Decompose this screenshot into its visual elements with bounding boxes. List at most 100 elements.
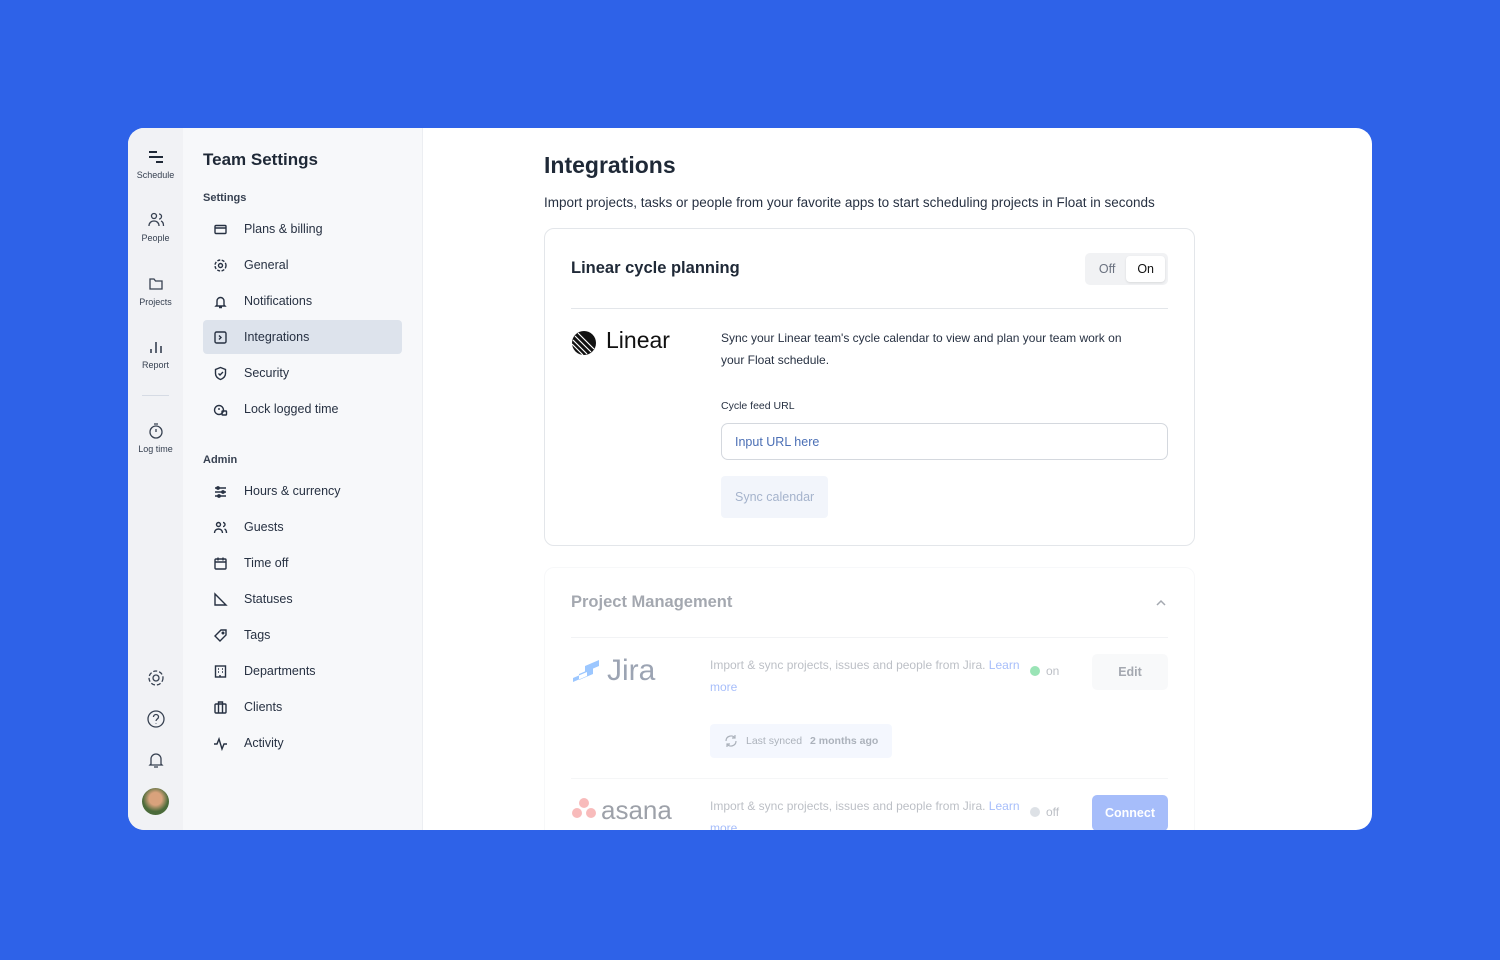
card-title: Project Management <box>571 593 733 611</box>
rail-label: Schedule <box>136 170 175 180</box>
people-icon <box>147 212 164 227</box>
sidebar-item-label: Activity <box>244 736 284 750</box>
jira-logo-text: Jira <box>607 654 656 687</box>
general-icon <box>214 258 227 272</box>
bell-icon[interactable] <box>128 750 183 774</box>
sidebar-item-label: Integrations <box>244 330 310 344</box>
rail-schedule[interactable]: Schedule <box>128 148 183 180</box>
sync-value: 2 months ago <box>810 735 879 747</box>
sidebar-item-tags[interactable]: Tags <box>203 618 402 652</box>
linear-logo-text: Linear <box>606 327 670 353</box>
sidebar-item-label: Lock logged time <box>244 402 339 416</box>
section-label: Admin <box>203 454 238 466</box>
sidebar-item-time-off[interactable]: Time off <box>203 546 402 580</box>
sidebar-item-label: Departments <box>244 664 316 678</box>
sidebar-item-general[interactable]: General <box>203 248 402 282</box>
page-subtitle: Import projects, tasks or people from yo… <box>544 195 1155 210</box>
sidebar-item-guests[interactable]: Guests <box>203 510 402 544</box>
project-management-card: Project Management Jira Import & sync pr… <box>544 567 1195 830</box>
jira-edit-button[interactable]: Edit <box>1092 654 1168 690</box>
rail-label: Projects <box>139 297 172 307</box>
tags-icon <box>214 628 227 642</box>
sidebar-item-label: General <box>244 258 289 272</box>
last-synced-badge: Last synced 2 months ago <box>710 724 893 758</box>
sync-icon <box>725 735 737 747</box>
departments-icon <box>214 664 227 678</box>
settings-sidebar: Team Settings Settings Plans & billing Ge… <box>183 128 423 830</box>
sidebar-item-label: Hours & currency <box>244 484 341 498</box>
icon-rail: Schedule People Projects Report Log time <box>128 128 183 830</box>
jira-logo-icon <box>573 660 599 682</box>
guests-icon <box>213 521 228 533</box>
jira-status: on <box>1046 664 1060 678</box>
statuses-icon <box>214 591 228 606</box>
time-off-icon <box>214 557 227 570</box>
rail-projects[interactable]: Projects <box>128 275 183 307</box>
sidebar-item-hours-currency[interactable]: Hours & currency <box>203 474 402 508</box>
asana-row: asana Import & sync projects, issues and… <box>571 779 1168 830</box>
sidebar-item-activity[interactable]: Activity <box>203 726 402 760</box>
sidebar-item-integrations[interactable]: Integrations <box>203 320 402 354</box>
activity-icon <box>214 736 227 751</box>
rail-report[interactable]: Report <box>128 338 183 370</box>
linear-toggle[interactable]: Off On <box>1084 252 1168 285</box>
rail-log-time[interactable]: Log time <box>128 422 183 454</box>
sidebar-title: Team Settings <box>203 150 318 169</box>
cycle-feed-url-input[interactable] <box>721 423 1168 460</box>
asana-logo-icon <box>572 798 596 818</box>
jira-description: Import & sync projects, issues and peopl… <box>710 658 986 672</box>
sidebar-item-label: Clients <box>244 700 283 714</box>
sidebar-item-label: Security <box>244 366 290 380</box>
sidebar-item-departments[interactable]: Departments <box>203 654 402 688</box>
rail-label: Log time <box>138 444 173 454</box>
jira-row: Jira Import & sync projects, issues and … <box>571 638 1168 779</box>
schedule-icon <box>148 151 163 163</box>
sidebar-item-label: Guests <box>244 520 284 534</box>
gear-icon[interactable] <box>128 668 183 692</box>
app-window: Schedule People Projects Report Log time… <box>128 128 1372 830</box>
sidebar-item-security[interactable]: Security <box>203 356 402 390</box>
rail-divider <box>142 395 169 396</box>
sidebar-item-plans-billing[interactable]: Plans & billing <box>203 212 402 246</box>
sidebar-item-lock-logged-time[interactable]: Lock logged time <box>203 392 402 426</box>
asana-description: Import & sync projects, issues and peopl… <box>710 799 986 813</box>
rail-label: Report <box>141 360 169 370</box>
linear-description: Sync your Linear team's cycle calendar t… <box>721 331 1122 367</box>
sidebar-item-label: Plans & billing <box>244 222 323 236</box>
asana-logo-text: asana <box>601 795 672 825</box>
main-content: Integrations Import projects, tasks or p… <box>423 128 1372 830</box>
sidebar-item-clients[interactable]: Clients <box>203 690 402 724</box>
avatar[interactable] <box>142 788 169 815</box>
sync-label: Last synced <box>746 735 803 747</box>
section-label: Settings <box>203 192 247 204</box>
jira-logo: Jira <box>571 654 710 778</box>
sidebar-item-label: Time off <box>244 556 289 570</box>
help-icon[interactable] <box>128 709 183 733</box>
asana-status: off <box>1046 805 1060 819</box>
sidebar-item-statuses[interactable]: Statuses <box>203 582 402 616</box>
sidebar-item-label: Statuses <box>244 592 293 606</box>
asana-connect-button[interactable]: Connect <box>1092 795 1168 830</box>
clients-icon <box>214 700 227 714</box>
linear-card: Linear cycle planning Off On Linear Sync… <box>544 228 1195 546</box>
asana-logo: asana <box>571 795 710 830</box>
plans-billing-icon <box>214 224 227 234</box>
linear-logo: Linear <box>571 327 721 545</box>
sidebar-item-notifications[interactable]: Notifications <box>203 284 402 318</box>
rail-label: People <box>141 233 170 243</box>
chevron-up-icon[interactable] <box>1154 596 1168 610</box>
bar-chart-icon <box>149 342 162 353</box>
sidebar-item-label: Notifications <box>244 294 313 308</box>
integrations-icon <box>214 330 227 344</box>
sync-calendar-button[interactable]: Sync calendar <box>721 476 829 518</box>
folder-icon <box>148 278 163 290</box>
status-dot <box>1030 666 1040 676</box>
sidebar-item-label: Tags <box>244 628 271 642</box>
rail-people[interactable]: People <box>128 211 183 243</box>
security-icon <box>214 366 227 380</box>
field-label: Cycle feed URL <box>721 400 795 412</box>
card-title: Linear cycle planning <box>571 259 740 277</box>
lock-logged-time-icon <box>213 404 228 416</box>
toggle-on[interactable]: On <box>1126 255 1165 282</box>
toggle-off[interactable]: Off <box>1088 256 1126 282</box>
